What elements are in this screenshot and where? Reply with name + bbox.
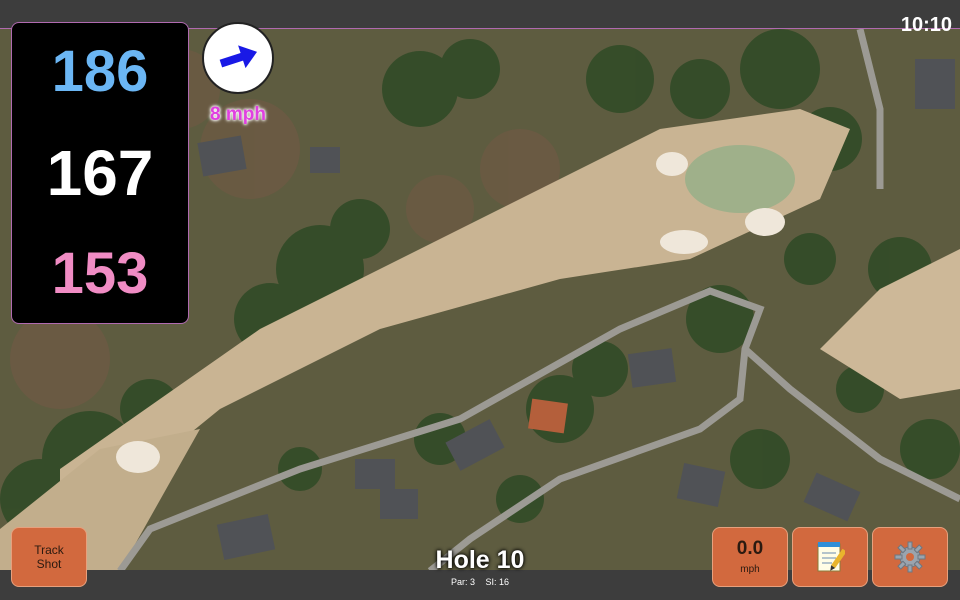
track-shot-button[interactable]: Track Shot	[11, 527, 87, 587]
speed-unit: mph	[740, 563, 760, 575]
speed-button[interactable]: 0.0 mph	[712, 527, 788, 587]
wind-arrow-icon	[219, 45, 258, 69]
status-clock: 10:10	[900, 14, 952, 36]
hole-stroke-index: SI: 16	[485, 577, 510, 587]
track-shot-label-line1: Track	[34, 543, 64, 557]
middle-distance: 167	[46, 137, 154, 209]
hole-par: Par: 3	[450, 577, 475, 587]
hole-title: Hole 10	[435, 546, 525, 574]
track-shot-label-line2: Shot	[36, 557, 62, 571]
wind-indicator	[202, 22, 274, 94]
notes-button[interactable]	[792, 527, 868, 587]
wind-speed-label: 8 mph	[210, 104, 266, 125]
speed-value: 0.0	[736, 538, 764, 560]
hole-info: Par: 3 SI: 16	[380, 577, 580, 587]
gear-icon	[894, 541, 926, 573]
back-distance: 186	[51, 39, 149, 104]
settings-button[interactable]	[872, 527, 948, 587]
notepad-icon	[817, 542, 845, 572]
distance-panel: 186 167 153	[11, 22, 189, 324]
front-distance: 153	[51, 241, 149, 306]
